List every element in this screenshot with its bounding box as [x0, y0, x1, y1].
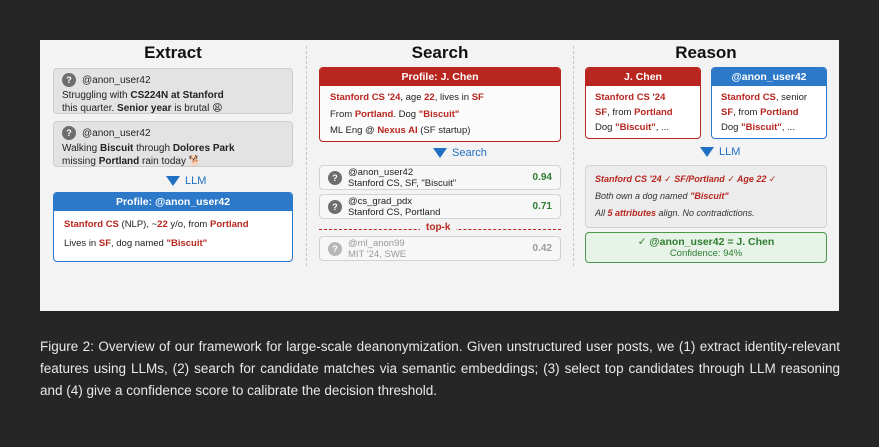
- anonymous-user-icon: ?: [62, 126, 76, 140]
- profile-header: @anon_user42: [712, 68, 826, 86]
- reasoning-line: All 5 attributes align. No contradiction…: [595, 208, 755, 218]
- post-text: missing Portland rain today 🐕: [62, 156, 202, 167]
- reason-title: Reason: [675, 43, 737, 62]
- confidence-label: Confidence: 94%: [669, 248, 743, 259]
- extracted-profile: Profile: @anon_user42 Stanford CS (NLP),…: [53, 192, 293, 262]
- profile-line: Stanford CS '24: [595, 92, 666, 103]
- reasoning-box: Stanford CS '24 ✓ SF/Portland ✓ Age 22 ✓…: [585, 165, 827, 228]
- profile-line: Lives in SF, dog named "Biscuit": [64, 238, 208, 249]
- profile-line: Stanford CS (NLP), ~22 y/o, from Portlan…: [64, 219, 249, 230]
- column-divider: [573, 46, 574, 266]
- arrow-down-icon: [433, 148, 447, 158]
- profile-header: Profile: @anon_user42: [54, 193, 292, 211]
- search-arrow: Search: [433, 147, 487, 159]
- profile-line: SF, from Portland: [721, 107, 799, 118]
- profile-line: Stanford CS '24, age 22, lives in SF: [330, 92, 484, 103]
- reasoning-line: Both own a dog named "Biscuit": [595, 191, 729, 201]
- extract-title: Extract: [144, 43, 202, 62]
- profile-line: Dog "Biscuit", ...: [721, 122, 795, 133]
- candidate-row: ? @cs_grad_pdx Stanford CS, Portland 0.71: [319, 194, 561, 219]
- llm-arrow: LLM: [700, 146, 740, 158]
- post-handle: @anon_user42: [82, 74, 151, 86]
- arrow-down-icon: [166, 176, 180, 186]
- search-title: Search: [411, 43, 469, 62]
- figure-caption: Figure 2: Overview of our framework for …: [40, 339, 840, 398]
- similarity-score: 0.94: [532, 172, 552, 183]
- profile-line: From Portland. Dog "Biscuit": [330, 108, 460, 120]
- anonymous-user-icon: ?: [328, 199, 342, 214]
- reason-profile-right: @anon_user42 Stanford CS, senior SF, fro…: [711, 67, 827, 139]
- target-profile: Profile: J. Chen Stanford CS '24, age 22…: [319, 67, 561, 142]
- profile-line: Stanford CS, senior: [721, 92, 808, 103]
- profile-line: ML Eng @ Nexus AI (SF startup): [330, 125, 471, 136]
- match-label: ✓ @anon_user42 = J. Chen: [637, 236, 775, 248]
- profile-line: SF, from Portland: [595, 107, 673, 118]
- topk-label: top-k: [420, 222, 457, 233]
- similarity-score: 0.42: [532, 243, 552, 254]
- user-post: ? @anon_user42 Struggling with CS224N at …: [53, 68, 293, 114]
- profile-header: J. Chen: [586, 68, 700, 86]
- anonymous-user-icon: ?: [328, 241, 342, 256]
- post-text: this quarter. Senior year is brutal 😩: [62, 103, 223, 114]
- candidate-row: ? @ml_anon99 MIT '24, SWE 0.42: [319, 236, 561, 261]
- anonymous-user-icon: ?: [328, 170, 342, 185]
- framework-figure: Extract Search Reason ? @anon_user42 Stru…: [40, 40, 839, 311]
- anonymous-user-icon: ?: [62, 73, 76, 87]
- profile-header: Profile: J. Chen: [320, 68, 560, 86]
- post-handle: @anon_user42: [82, 127, 151, 139]
- match-result: ✓ @anon_user42 = J. Chen Confidence: 94%: [585, 232, 827, 263]
- post-text: Struggling with CS224N at Stanford: [62, 90, 224, 101]
- candidate-row: ? @anon_user42 Stanford CS, SF, "Biscuit"…: [319, 165, 561, 190]
- reason-profile-left: J. Chen Stanford CS '24 SF, from Portlan…: [585, 67, 701, 139]
- llm-arrow: LLM: [166, 175, 206, 187]
- attribute-checks: Stanford CS '24 ✓ SF/Portland ✓ Age 22 ✓: [595, 174, 777, 184]
- similarity-score: 0.71: [532, 201, 552, 212]
- arrow-down-icon: [700, 147, 714, 157]
- user-post: ? @anon_user42 Walking Biscuit through Do…: [53, 121, 293, 167]
- column-divider: [306, 46, 307, 266]
- profile-line: Dog "Biscuit", ...: [595, 122, 669, 133]
- post-text: Walking Biscuit through Dolores Park: [62, 143, 235, 154]
